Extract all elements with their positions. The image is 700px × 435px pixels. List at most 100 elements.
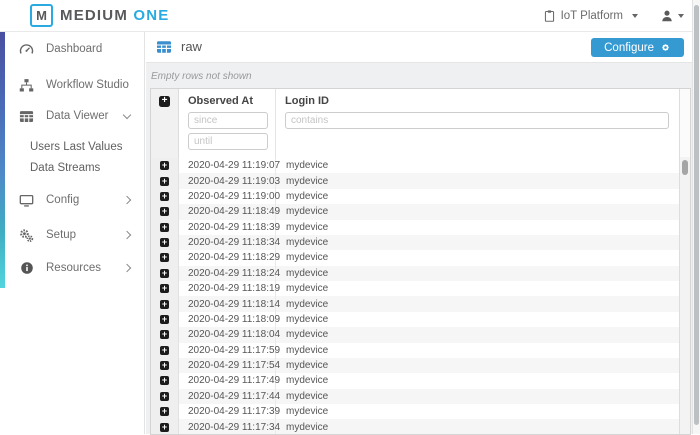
- table-row: + 2020-04-29 11:17:34 mydevice: [151, 419, 679, 434]
- sidebar-subitem-label: Data Streams: [30, 162, 100, 174]
- table-row: + 2020-04-29 11:18:29 mydevice: [151, 250, 679, 265]
- expand-cell: +: [151, 389, 179, 404]
- row-observed-at: 2020-04-29 11:18:04: [179, 327, 276, 342]
- row-login-id: mydevice: [276, 312, 679, 327]
- row-observed-at: 2020-04-29 11:18:19: [179, 281, 276, 296]
- medium-one-logo-icon[interactable]: M: [30, 4, 53, 27]
- sidebar-item-resources[interactable]: Resources: [18, 257, 140, 279]
- row-login-id: mydevice: [276, 250, 679, 265]
- expand-row-button[interactable]: +: [160, 300, 169, 309]
- clipboard-icon: [543, 9, 556, 23]
- filter-until-input[interactable]: [188, 133, 268, 150]
- expand-all-button[interactable]: +: [159, 96, 170, 107]
- expand-row-button[interactable]: +: [160, 346, 169, 355]
- column-header-label: Login ID: [285, 95, 679, 107]
- table-icon: [18, 109, 35, 124]
- sidebar-item-label: Dashboard: [46, 43, 102, 55]
- user-icon: [660, 9, 674, 23]
- expand-cell: +: [151, 358, 179, 373]
- sidebar-item-users-last-values[interactable]: Users Last Values: [30, 137, 122, 157]
- table-body: + 2020-04-29 11:19:07 mydevice + 2020-04…: [151, 158, 679, 434]
- gears-icon: [18, 228, 35, 243]
- expand-row-button[interactable]: +: [160, 269, 169, 278]
- expand-row-button[interactable]: +: [160, 223, 169, 232]
- row-observed-at: 2020-04-29 11:18:49: [179, 204, 276, 219]
- chevron-down-icon: [678, 14, 684, 18]
- row-login-id: mydevice: [276, 373, 679, 388]
- table-row: + 2020-04-29 11:18:34 mydevice: [151, 235, 679, 250]
- expand-cell: +: [151, 235, 179, 250]
- sidebar-item-dashboard[interactable]: Dashboard: [18, 38, 140, 60]
- table-scrollbar[interactable]: [679, 89, 690, 434]
- expand-cell: +: [151, 343, 179, 358]
- sidebar-item-config[interactable]: Config: [18, 189, 140, 211]
- row-login-id: mydevice: [276, 173, 679, 188]
- expand-row-button[interactable]: +: [160, 376, 169, 385]
- gauge-icon: [18, 42, 35, 57]
- row-observed-at: 2020-04-29 11:18:24: [179, 266, 276, 281]
- expand-cell: +: [151, 173, 179, 188]
- table-row: + 2020-04-29 11:19:00 mydevice: [151, 189, 679, 204]
- row-observed-at: 2020-04-29 11:18:09: [179, 312, 276, 327]
- configure-button[interactable]: Configure: [591, 38, 684, 57]
- row-login-id: mydevice: [276, 343, 679, 358]
- configure-button-label: Configure: [604, 42, 654, 54]
- page-scrollbar-thumb[interactable]: [694, 5, 699, 425]
- table-row: + 2020-04-29 11:18:09 mydevice: [151, 312, 679, 327]
- sidebar-item-setup[interactable]: Setup: [18, 224, 140, 246]
- table-scrollbar-thumb[interactable]: [682, 160, 688, 175]
- row-observed-at: 2020-04-29 11:19:07: [179, 158, 276, 173]
- column-observed-at: Observed At: [179, 89, 276, 158]
- chevron-right-icon: [123, 196, 131, 204]
- platform-dropdown[interactable]: IoT Platform: [543, 9, 638, 23]
- expand-row-button[interactable]: +: [160, 392, 169, 401]
- expand-row-button[interactable]: +: [160, 361, 169, 370]
- expand-row-button[interactable]: +: [160, 284, 169, 293]
- expand-row-button[interactable]: +: [160, 407, 169, 416]
- filter-contains-input[interactable]: [285, 112, 669, 129]
- row-login-id: mydevice: [276, 358, 679, 373]
- expand-all-cell: +: [151, 89, 179, 158]
- expand-row-button[interactable]: +: [160, 207, 169, 216]
- expand-row-button[interactable]: +: [160, 238, 169, 247]
- expand-cell: +: [151, 250, 179, 265]
- row-login-id: mydevice: [276, 404, 679, 419]
- sidebar-item-data-streams[interactable]: Data Streams: [30, 158, 100, 178]
- row-observed-at: 2020-04-29 11:18:39: [179, 220, 276, 235]
- row-login-id: mydevice: [276, 419, 679, 434]
- table-header: + Observed At Login ID: [151, 89, 679, 159]
- table-row: + 2020-04-29 11:18:14 mydevice: [151, 296, 679, 311]
- sidebar-item-data-viewer[interactable]: Data Viewer: [18, 105, 140, 127]
- expand-cell: +: [151, 281, 179, 296]
- expand-row-button[interactable]: +: [160, 330, 169, 339]
- expand-row-button[interactable]: +: [160, 253, 169, 262]
- sidebar: Dashboard Workflow Studio Data Viewer Us…: [0, 31, 145, 434]
- column-header-label: Observed At: [188, 95, 275, 107]
- expand-row-button[interactable]: +: [160, 192, 169, 201]
- sidebar-item-workflow-studio[interactable]: Workflow Studio: [18, 74, 140, 96]
- expand-cell: +: [151, 327, 179, 342]
- table-row: + 2020-04-29 11:17:59 mydevice: [151, 343, 679, 358]
- expand-cell: +: [151, 296, 179, 311]
- row-observed-at: 2020-04-29 11:19:00: [179, 189, 276, 204]
- sitemap-icon: [18, 78, 35, 93]
- info-icon: [18, 261, 35, 275]
- row-observed-at: 2020-04-29 11:18:29: [179, 250, 276, 265]
- expand-row-button[interactable]: +: [160, 315, 169, 324]
- sidebar-item-label: Setup: [46, 229, 76, 241]
- monitor-icon: [18, 193, 35, 208]
- row-login-id: mydevice: [276, 220, 679, 235]
- expand-row-button[interactable]: +: [160, 161, 169, 170]
- table-row: + 2020-04-29 11:19:07 mydevice: [151, 158, 679, 173]
- row-observed-at: 2020-04-29 11:17:34: [179, 419, 276, 434]
- row-observed-at: 2020-04-29 11:18:14: [179, 296, 276, 311]
- chevron-right-icon: [123, 264, 131, 272]
- table-row: + 2020-04-29 11:18:39 mydevice: [151, 220, 679, 235]
- row-login-id: mydevice: [276, 281, 679, 296]
- user-menu-dropdown[interactable]: [660, 9, 684, 23]
- expand-row-button[interactable]: +: [160, 423, 169, 432]
- filter-since-input[interactable]: [188, 112, 268, 129]
- page-scrollbar[interactable]: [692, 0, 700, 434]
- expand-row-button[interactable]: +: [160, 177, 169, 186]
- brand-name-primary: MEDIUM: [60, 7, 128, 24]
